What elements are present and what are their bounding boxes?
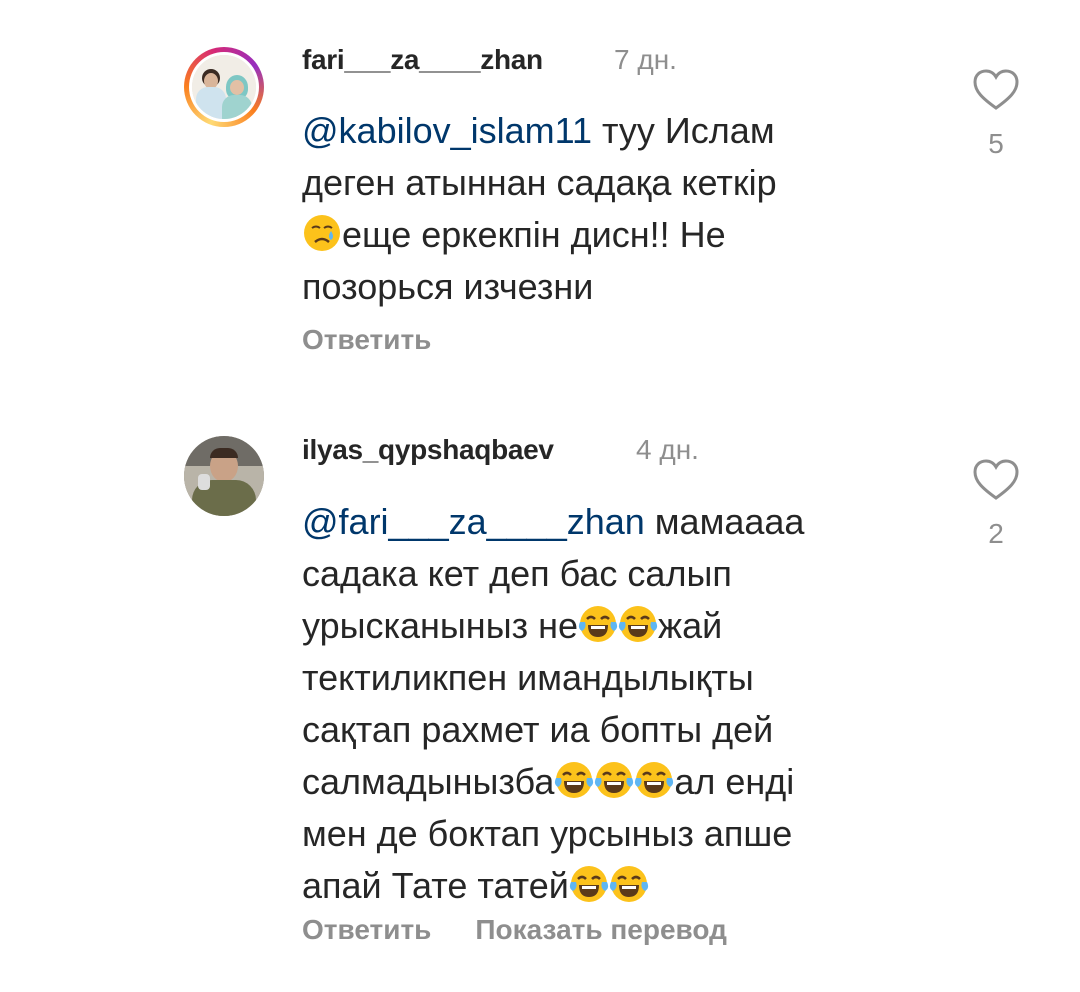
avatar[interactable]: [184, 436, 264, 516]
tears-of-joy-emoji: [578, 606, 618, 642]
avatar-story-ring[interactable]: [184, 47, 264, 127]
comment-actions: Ответить: [302, 324, 475, 356]
comment-text: @fari___za____zhan мамаааа садака кет де…: [302, 501, 805, 906]
tears-of-joy-emoji: [595, 762, 634, 798]
show-translation-button[interactable]: Показать перевод: [475, 914, 727, 945]
comment-actions: Ответить Показать перевод: [302, 914, 771, 946]
comment-2: ilyas_qypshaqbaev 4 дн. @fari___za____zh…: [0, 400, 1080, 992]
reply-button[interactable]: Ответить: [302, 324, 431, 355]
comment-timestamp: 7 дн.: [614, 44, 677, 75]
crying-face-emoji: [304, 215, 340, 251]
comment-timestamp: 4 дн.: [636, 434, 699, 465]
tears-of-joy-emoji: [555, 762, 594, 798]
like-count: 2: [988, 518, 1004, 549]
comment-username[interactable]: ilyas_qypshaqbaev: [302, 434, 554, 466]
comment-1: fari___za____zhan 7 дн. @kabilov_islam11…: [0, 0, 1080, 400]
reply-button[interactable]: Ответить: [302, 914, 431, 945]
tears-of-joy-emoji: [635, 762, 674, 798]
like-heart-icon[interactable]: [972, 458, 1020, 502]
like-count: 5: [988, 128, 1004, 159]
comment-username[interactable]: fari___za____zhan: [302, 44, 543, 76]
mention-link[interactable]: @kabilov_islam11: [302, 110, 592, 151]
tears-of-joy-emoji: [569, 866, 609, 902]
mention-link[interactable]: @fari___za____zhan: [302, 501, 645, 542]
tears-of-joy-emoji: [609, 866, 649, 902]
avatar-photo: [192, 55, 256, 119]
like-heart-icon[interactable]: [972, 68, 1020, 112]
tears-of-joy-emoji: [618, 606, 658, 642]
comment-text: @kabilov_islam11 туу Ислам деген атыннан…: [302, 110, 777, 307]
